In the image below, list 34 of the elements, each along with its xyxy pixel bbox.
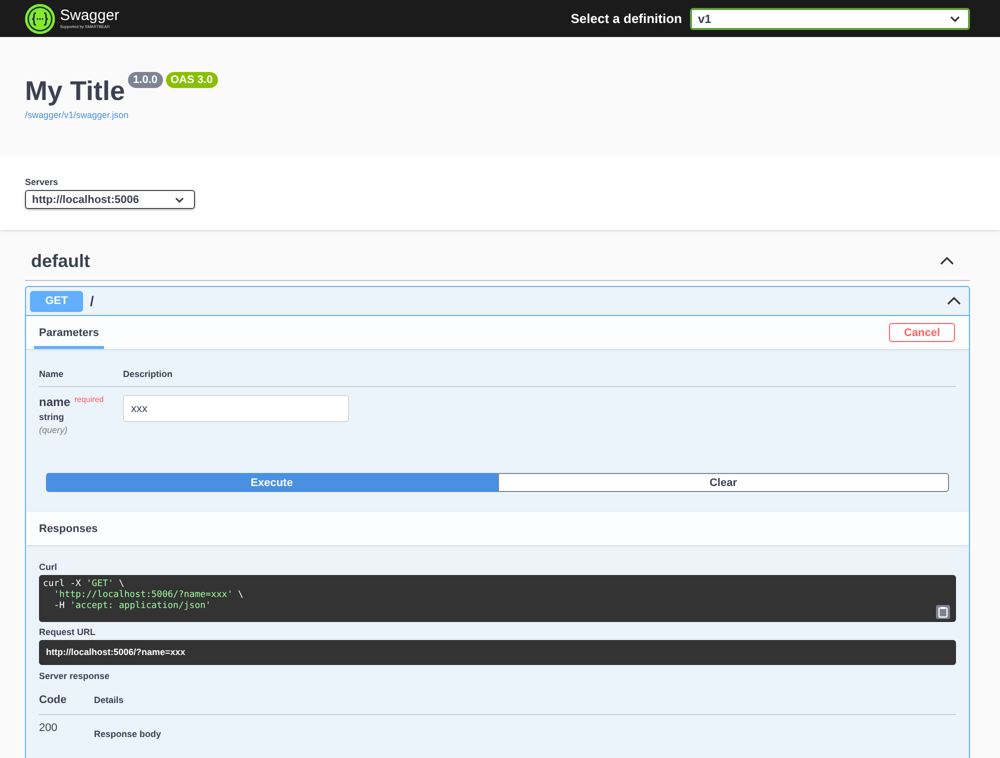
column-header: Details	[94, 695, 124, 705]
servers-label: Servers	[25, 177, 58, 187]
operation-path: /	[90, 293, 95, 309]
response-code: 200	[39, 722, 58, 736]
server-select[interactable]: http://localhost:5006	[25, 190, 195, 209]
column-header: Code	[39, 694, 68, 706]
curl-code-block: curl -X 'GET' \ 'http://localhost:5006/?name=xxx' \ -H 'accept: application/json'	[39, 575, 956, 622]
request-url-label: Request URL	[39, 627, 96, 637]
brand-name: Swagger	[60, 8, 120, 23]
swagger-logo-icon	[25, 4, 55, 34]
copy-icon[interactable]	[936, 605, 950, 619]
tag-header[interactable]: default	[25, 242, 970, 281]
oas-badge: OAS 3.0	[166, 72, 218, 88]
definition-select[interactable]: v1	[690, 8, 970, 30]
parameter-location: (query)	[39, 425, 69, 435]
clear-button[interactable]: Clear	[498, 473, 949, 492]
server-response-label: Server response	[39, 671, 110, 681]
definition-label: Select a definition	[570, 11, 682, 26]
responses-heading: Responses	[39, 522, 98, 534]
column-header: Description	[123, 369, 173, 379]
input-field[interactable]: xxx	[123, 395, 349, 422]
method-badge: GET	[30, 290, 83, 312]
chevron-down-icon	[175, 196, 184, 202]
chevron-down-icon	[950, 16, 960, 22]
required-label: required	[74, 395, 104, 404]
request-url: http://localhost:5006/?name=xxx	[39, 640, 956, 665]
response-body-label: Response body	[94, 729, 162, 739]
column-header: Name	[39, 369, 65, 379]
curl-label: Curl	[39, 562, 57, 572]
parameters-tab[interactable]: Parameters	[34, 319, 104, 349]
version-badge: 1.0.0	[128, 72, 162, 88]
parameter-name: name	[39, 395, 70, 409]
api-title: My Title	[25, 75, 126, 107]
parameter-type: string	[39, 412, 66, 422]
